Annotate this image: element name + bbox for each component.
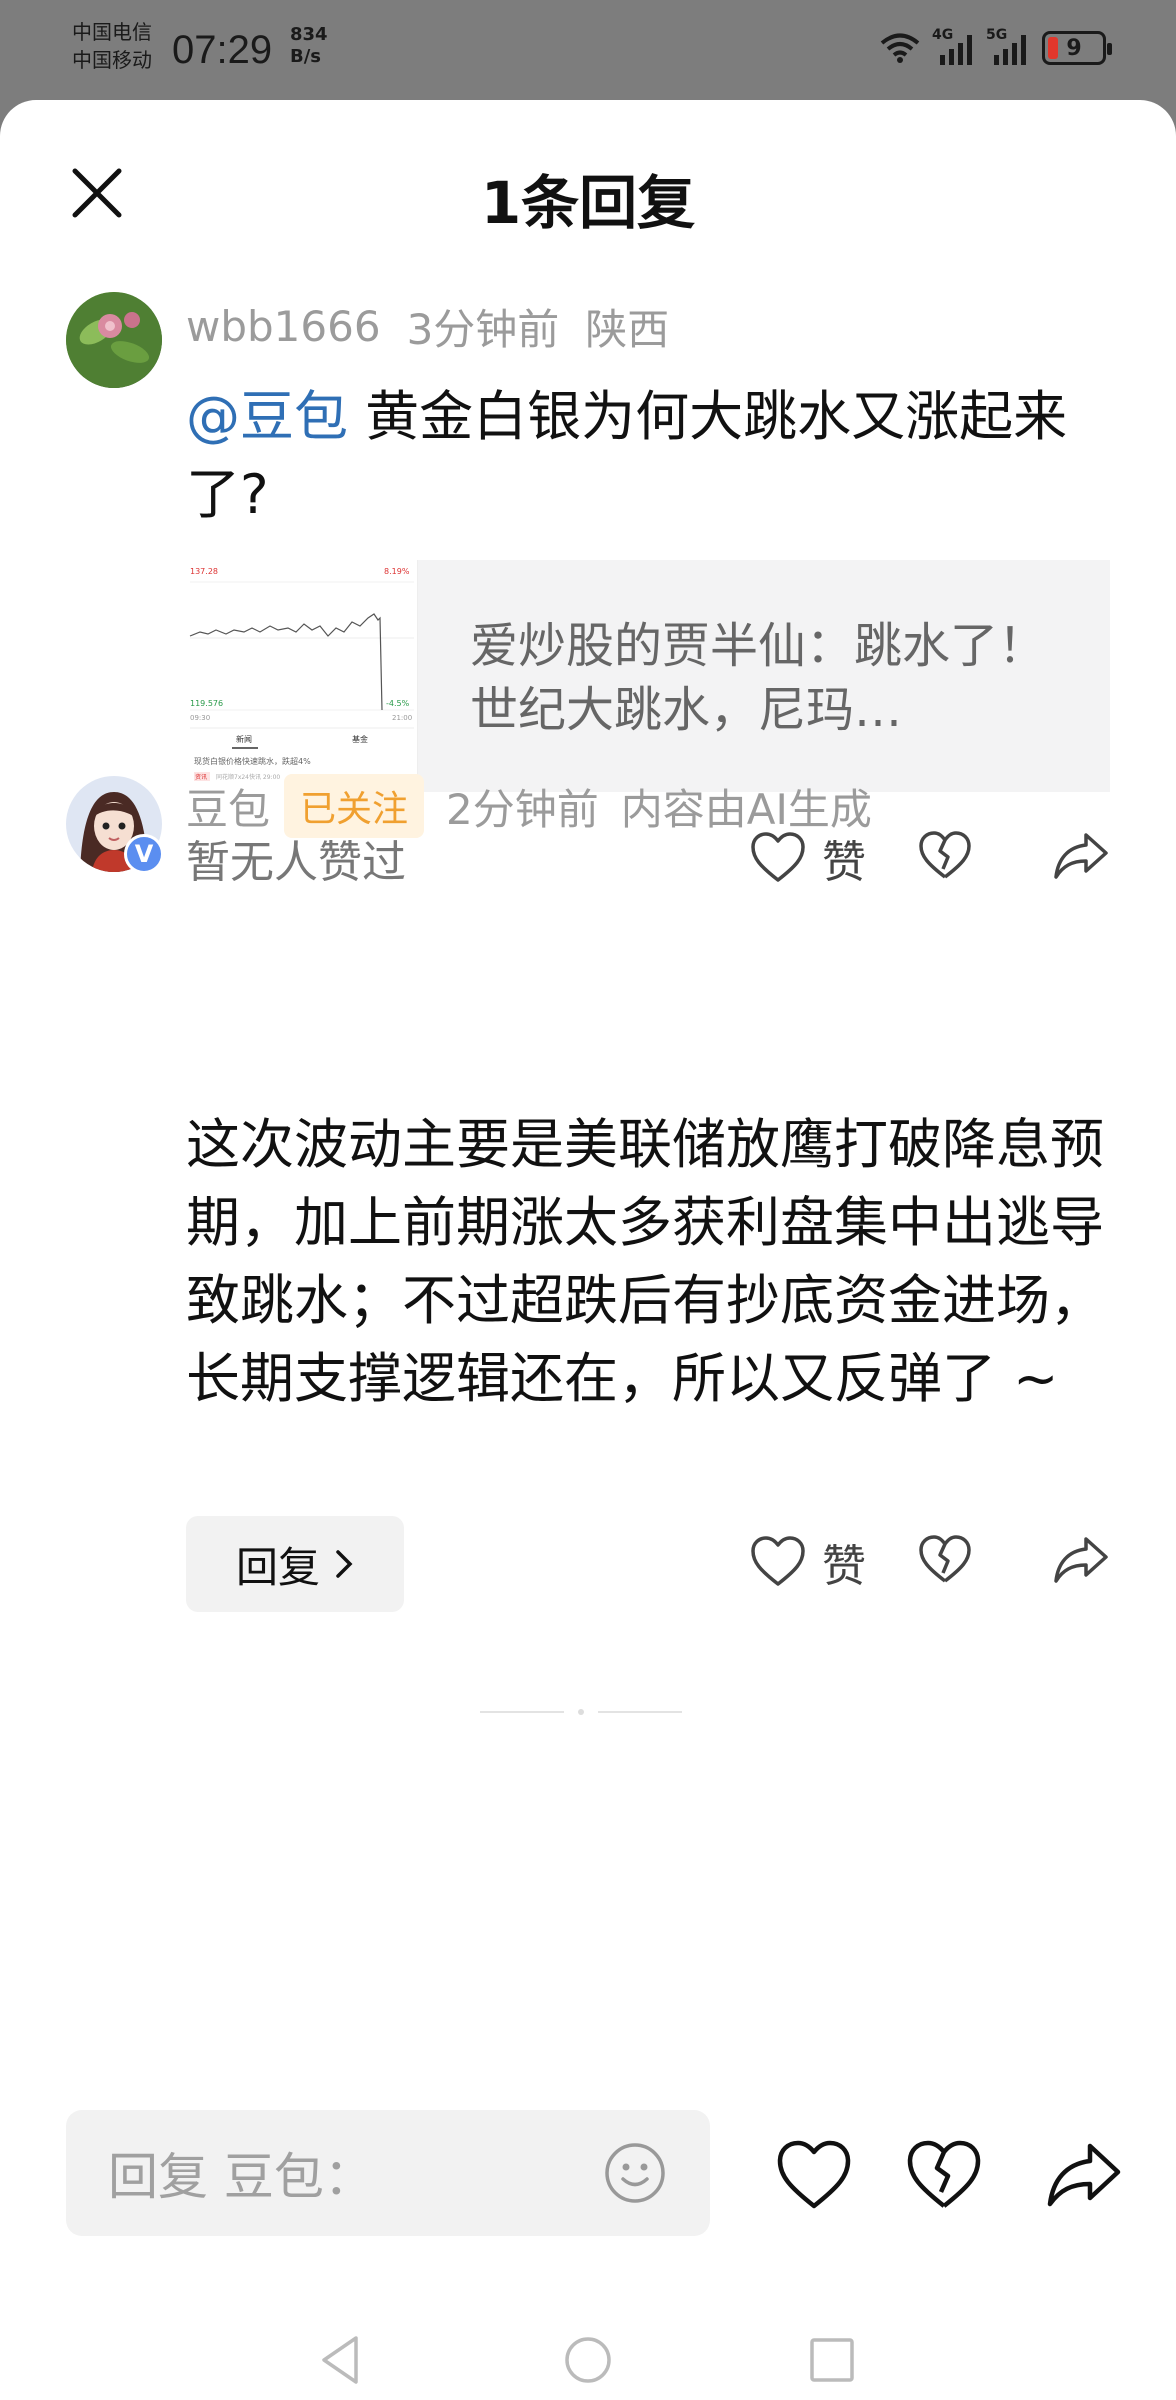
reply-sheet: 1条回复 wbb1666 3分钟前 陕西 @豆包 黄金白银为何大跳水又涨起来了?… [0,100,1176,2400]
link-card[interactable]: 137.28 8.19% 119.576 -4.5% 09:30 21:00 新… [186,560,1110,792]
thumb-news: 现货白银价格快速跳水，跌超4% [194,756,311,766]
thumb-time-right: 21:00 [392,714,412,722]
broken-heart-icon[interactable] [906,2140,982,2210]
dislike-button[interactable] [918,831,972,885]
heart-icon [751,1536,805,1586]
reply-actions: 赞 [186,1522,1110,1602]
status-bar: 中国电信 中国移动 07:29 834 B/s 4G 5G 9 [0,0,1176,100]
network-speed-value: 834 [290,24,328,45]
signal-4g-label: 4G [932,27,954,43]
avatar[interactable] [66,292,162,388]
thumb-change-top: 8.19% [384,567,410,576]
heart-icon [751,832,805,882]
follow-badge: 已关注 [284,774,425,838]
comment-username[interactable]: wbb1666 [186,302,381,351]
link-thumbnail: 137.28 8.19% 119.576 -4.5% 09:30 21:00 新… [186,560,418,792]
share-button[interactable] [1052,1535,1110,1589]
comment-time: 3分钟前 [406,305,560,354]
thumb-time-left: 09:30 [190,714,210,722]
verified-badge: V [124,834,164,874]
thumb-tab-1: 新闻 [236,734,252,744]
battery-level: 9 [1066,35,1082,61]
status-time: 07:29 [172,28,273,72]
carrier-1: 中国电信 [72,20,152,44]
system-nav-bar [0,2320,1176,2400]
signal-5g-label: 5G [986,27,1008,43]
avatar[interactable]: V [66,776,164,874]
battery-icon: 9 [1042,31,1112,65]
system-icons: 4G 5G 9 [880,27,1112,68]
reply-time: 2分钟前 [446,784,599,834]
reply-meta: 豆包 已关注 2分钟前 内容由AI生成 [186,774,872,838]
verified-badge-label: V [134,840,154,868]
comment-text: @豆包 黄金白银为何大跳水又涨起来了? [186,378,1110,534]
flower-avatar-image [66,292,162,388]
reply-input-bar: 回复 豆包： [0,2110,1176,2240]
sheet-title: 1条回复 [480,169,696,237]
like-label: 赞 [822,1541,866,1592]
thumb-price-bottom: 119.576 [190,699,223,708]
signal-4g-icon: 4G [932,27,974,65]
network-speed: 834 B/s [290,24,328,68]
reply-input-placeholder: 回复 豆包： [108,2148,374,2206]
home-nav-icon[interactable] [560,2332,616,2388]
reply-username[interactable]: 豆包 [186,776,270,837]
reply-text: 这次波动主要是美联储放鹰打破降息预期，加上前期涨太多获利盘集中出逃导致跳水；不过… [186,1113,1104,1410]
stock-chart-thumbnail: 137.28 8.19% 119.576 -4.5% 09:30 21:00 新… [186,560,417,792]
comment-meta: wbb1666 3分钟前 陕西 [186,296,669,357]
comment-location: 陕西 [585,305,670,354]
share-icon[interactable] [1046,2140,1122,2210]
dislike-button[interactable] [918,1535,972,1589]
share-icon [1054,833,1108,879]
back-nav-icon[interactable] [312,2332,368,2388]
end-of-list-divider [480,1709,696,1715]
heart-icon[interactable] [776,2140,852,2210]
link-card-title: 爱炒股的贾半仙：跳水了！世纪大跳水，尼玛… [470,618,1047,738]
share-icon [1054,1537,1108,1583]
thumb-price-top: 137.28 [190,567,218,576]
signal-5g-icon: 5G [986,27,1028,65]
wifi-icon [880,33,920,63]
like-button[interactable]: 赞 [750,1530,866,1594]
mention-link[interactable]: @豆包 [186,385,348,448]
ai-content-note: 内容由AI生成 [620,784,872,834]
network-speed-unit: B/s [290,46,322,67]
carrier-2: 中国移动 [72,48,152,72]
carrier-info: 中国电信 中国移动 [72,18,152,74]
broken-heart-icon [919,831,971,879]
broken-heart-icon [919,1535,971,1583]
thumb-tab-2: 基金 [352,734,368,744]
emoji-icon[interactable] [604,2142,666,2204]
thumb-change-bottom: -4.5% [386,699,410,708]
reply-input[interactable]: 回复 豆包： [66,2110,710,2236]
recents-nav-icon[interactable] [804,2332,860,2388]
share-button[interactable] [1052,831,1110,885]
